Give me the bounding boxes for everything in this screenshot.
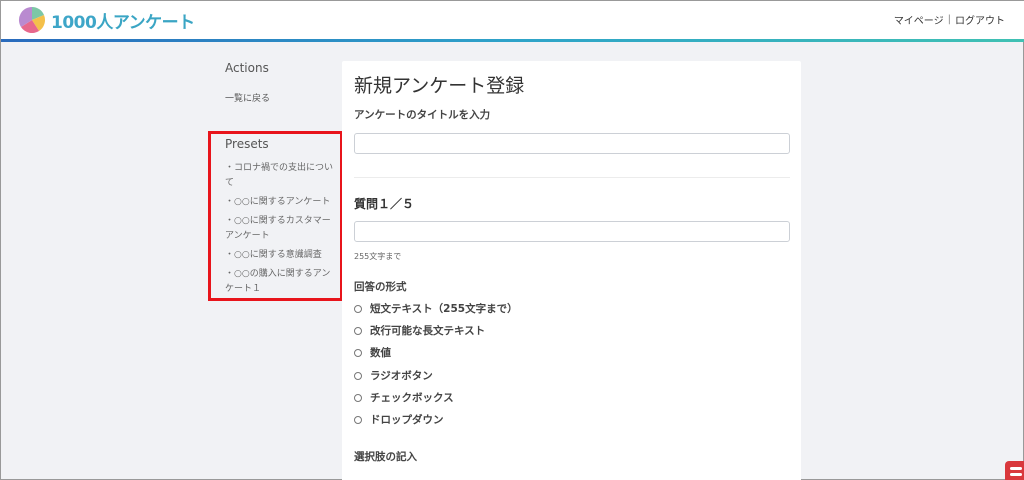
- survey-title-input[interactable]: [354, 133, 790, 154]
- answer-format-option-label: チェックボックス: [370, 392, 454, 404]
- answer-format-option-label: 短文テキスト（255文字まで）: [370, 303, 518, 315]
- radio-button-icon[interactable]: [354, 304, 362, 313]
- app-header: 1000人アンケート マイページ | ログアウト: [1, 1, 1024, 39]
- choices-label: 選択肢の記入: [354, 451, 417, 463]
- question-input[interactable]: [354, 221, 790, 242]
- section-divider: [354, 177, 790, 178]
- answer-format-option[interactable]: チェックボックス: [354, 390, 454, 405]
- answer-format-option-label: ドロップダウン: [370, 414, 444, 426]
- answer-format-option[interactable]: 短文テキスト（255文字まで）: [354, 301, 518, 316]
- radio-button-icon[interactable]: [354, 348, 362, 357]
- logo[interactable]: 1000人アンケート: [17, 5, 195, 35]
- page-title: 新規アンケート登録: [354, 75, 525, 97]
- mypage-link[interactable]: マイページ: [894, 12, 944, 27]
- actions-heading: Actions: [225, 61, 269, 75]
- question-char-limit-hint: 255文字まで: [354, 252, 402, 261]
- corner-app-icon[interactable]: [1005, 461, 1024, 480]
- back-to-list-link[interactable]: 一覧に戻る: [225, 91, 335, 104]
- presets-highlight-box: [208, 131, 343, 301]
- logo-pie-icon: [18, 6, 46, 34]
- answer-format-option-label: 数値: [370, 347, 391, 359]
- survey-form-card: 新規アンケート登録 アンケートのタイトルを入力 質問１／５ 255文字まで 回答…: [342, 61, 801, 480]
- answer-format-option[interactable]: ラジオボタン: [354, 368, 433, 383]
- logo-text-number: 1000: [51, 12, 97, 33]
- answer-format-option-label: ラジオボタン: [370, 370, 433, 382]
- survey-title-label: アンケートのタイトルを入力: [354, 109, 491, 121]
- radio-button-icon[interactable]: [354, 393, 362, 402]
- radio-button-icon[interactable]: [354, 371, 362, 380]
- logout-link[interactable]: ログアウト: [955, 12, 1005, 27]
- nav-separator: |: [947, 14, 951, 25]
- question-heading: 質問１／５: [354, 197, 415, 211]
- answer-format-option[interactable]: 改行可能な長文テキスト: [354, 323, 485, 338]
- radio-button-icon[interactable]: [354, 415, 362, 424]
- answer-format-option[interactable]: 数値: [354, 345, 391, 360]
- answer-format-option-label: 改行可能な長文テキスト: [370, 325, 486, 337]
- answer-format-option[interactable]: ドロップダウン: [354, 412, 444, 427]
- logo-text-kana: 人アンケート: [96, 12, 195, 33]
- top-nav: マイページ | ログアウト: [894, 12, 1005, 27]
- radio-button-icon[interactable]: [354, 326, 362, 335]
- answer-format-label: 回答の形式: [354, 281, 407, 293]
- header-gradient-bar: [1, 39, 1024, 42]
- sidebar-actions: Actions 一覧に戻る: [225, 61, 335, 104]
